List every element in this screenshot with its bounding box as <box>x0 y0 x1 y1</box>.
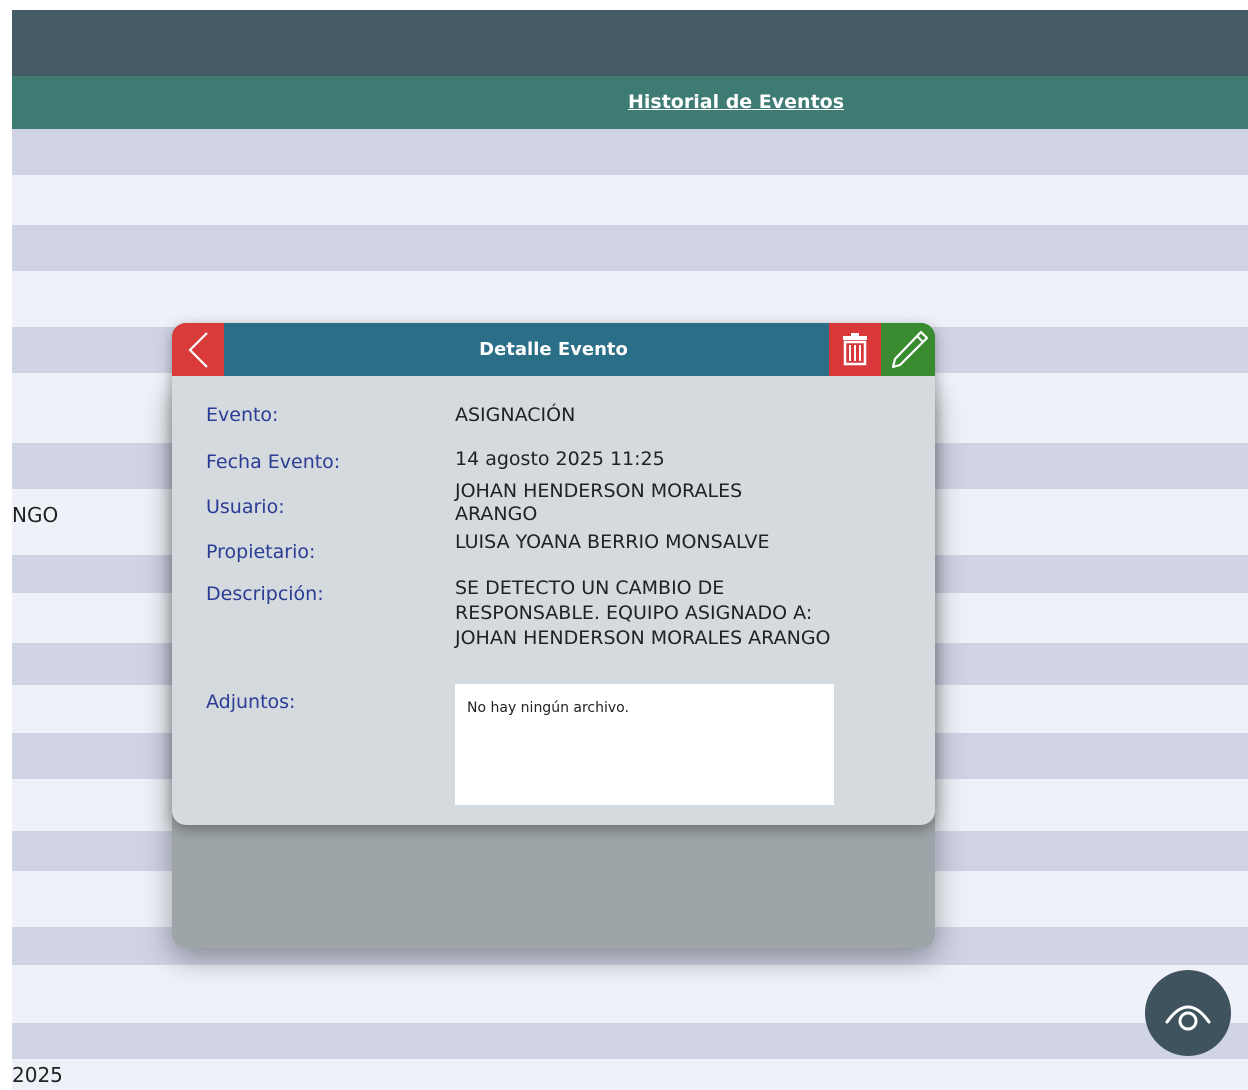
usuario-value: JOHAN HENDERSON MORALES ARANGO <box>455 480 743 525</box>
table-row[interactable] <box>12 129 1248 175</box>
back-button[interactable] <box>172 323 224 376</box>
event-detail-modal: Detalle Evento Evento: ASIGNACIÓN Fecha … <box>172 323 935 825</box>
table-row[interactable] <box>12 271 1248 327</box>
evento-value: ASIGNACIÓN <box>455 404 576 426</box>
row-cell-text: 2025 <box>12 1063 63 1087</box>
table-row[interactable] <box>12 225 1248 271</box>
section-header-bar: Historial de Eventos <box>12 76 1248 129</box>
table-row[interactable]: 2025 <box>12 1059 1248 1090</box>
descripcion-value: SE DETECTO UN CAMBIO DE RESPONSABLE. EQU… <box>455 577 831 649</box>
chevron-left-icon <box>188 332 208 368</box>
eye-icon <box>1165 1005 1211 1031</box>
delete-button[interactable] <box>829 323 881 376</box>
table-row[interactable] <box>12 1023 1248 1059</box>
row-cell-text: NGO <box>12 503 59 527</box>
usuario-label: Usuario: <box>206 496 285 518</box>
view-toggle-button[interactable] <box>1145 970 1231 1056</box>
descripcion-label: Descripción: <box>206 583 324 605</box>
attachments-empty-text: No hay ningún archivo. <box>467 700 629 716</box>
fecha-evento-label: Fecha Evento: <box>206 451 341 473</box>
evento-label: Evento: <box>206 404 279 426</box>
app-top-bar <box>12 10 1248 76</box>
edit-button[interactable] <box>881 323 935 376</box>
attachments-box[interactable]: No hay ningún archivo. <box>455 684 834 805</box>
propietario-value: LUISA YOANA BERRIO MONSALVE <box>455 531 770 553</box>
table-row[interactable] <box>12 175 1248 225</box>
modal-header: Detalle Evento <box>172 323 935 376</box>
trash-icon <box>843 333 867 366</box>
adjuntos-label: Adjuntos: <box>206 691 296 713</box>
table-row[interactable] <box>12 965 1248 1023</box>
propietario-label: Propietario: <box>206 541 316 563</box>
modal-title: Detalle Evento <box>479 339 628 360</box>
fecha-evento-value: 14 agosto 2025 11:25 <box>455 448 665 470</box>
page-title-link[interactable]: Historial de Eventos <box>628 76 844 129</box>
pencil-icon <box>891 330 929 369</box>
